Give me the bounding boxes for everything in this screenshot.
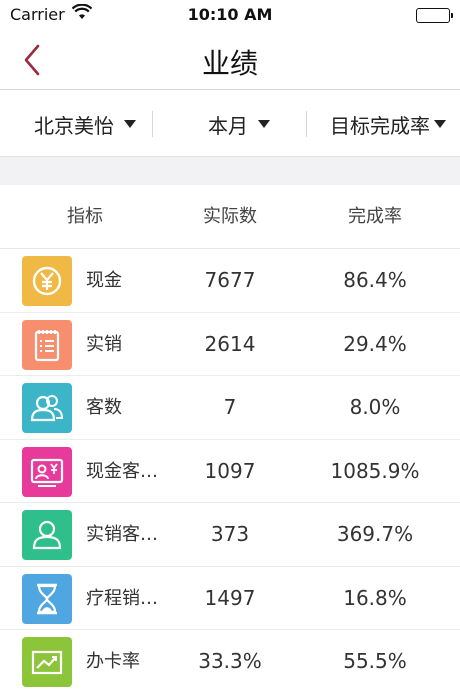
actual-value: 1497 — [204, 585, 256, 610]
completion-rate: 29.4% — [343, 331, 407, 356]
table-row[interactable]: 办卡率 33.3% 55.5% — [0, 630, 460, 690]
section-spacer — [0, 157, 460, 185]
navigation-bar: 业绩 — [0, 30, 460, 90]
actual-value: 373 — [210, 522, 250, 546]
completion-rate: 8.0% — [349, 395, 401, 419]
table-row[interactable]: 客数 7 8.0% — [0, 376, 460, 440]
header-indicator: 指标 — [67, 206, 103, 227]
yuan-coin-icon — [22, 256, 72, 306]
filter-divider — [306, 111, 307, 137]
filter-bar: 北京美怡 本月 目标完成率 — [0, 91, 460, 157]
store-filter-dropdown[interactable]: 北京美怡 — [34, 91, 136, 157]
trend-chart-icon — [22, 637, 72, 687]
actual-value: 7677 — [204, 268, 256, 292]
page-title: 业绩 — [201, 47, 258, 80]
header-rate: 完成率 — [348, 206, 402, 227]
table-header: 指标 实际数 完成率 — [0, 185, 460, 249]
completion-rate: 16.8% — [343, 585, 407, 610]
yuan-person-card-icon — [22, 446, 72, 497]
table-row[interactable]: 现金客… 1097 1085.9% — [0, 440, 460, 503]
person-icon — [22, 510, 72, 560]
actual-value: 1097 — [204, 458, 256, 483]
period-filter-dropdown[interactable]: 本月 — [208, 91, 270, 157]
actual-value: 33.3% — [198, 649, 262, 673]
indicator-name: 疗程销… — [86, 587, 158, 609]
completion-rate: 55.5% — [343, 649, 407, 673]
indicator-name: 实销 — [86, 333, 122, 355]
caret-down-icon — [124, 120, 136, 128]
completion-rate: 86.4% — [343, 268, 407, 292]
table-row[interactable]: 实销 2614 29.4% — [0, 313, 460, 376]
completion-rate: 369.7% — [336, 522, 414, 546]
table-row[interactable]: 现金 7677 86.4% — [0, 249, 460, 313]
users-icon — [22, 383, 72, 433]
battery-icon — [416, 8, 453, 23]
indicator-name: 实销客… — [86, 524, 158, 545]
header-actual: 实际数 — [203, 206, 257, 227]
completion-rate: 1085.9% — [330, 458, 420, 483]
filter-divider — [152, 111, 153, 137]
actual-value: 2614 — [204, 331, 256, 356]
store-filter-label: 北京美怡 — [34, 113, 114, 138]
notepad-list-icon — [22, 319, 72, 370]
metric-filter-dropdown[interactable]: 目标完成率 — [330, 91, 446, 157]
table-row[interactable]: 实销客… 373 369.7% — [0, 503, 460, 567]
hourglass-icon — [22, 573, 72, 624]
period-filter-label: 本月 — [208, 113, 248, 138]
indicator-name: 现金 — [86, 270, 122, 291]
caret-down-icon — [434, 120, 446, 128]
metric-filter-label: 目标完成率 — [330, 113, 430, 138]
status-bar: Carrier 10:10 AM — [0, 0, 460, 30]
performance-table: 指标 实际数 完成率 现金 7677 86.4% 实销 2614 29.4% 客… — [0, 185, 460, 690]
indicator-name: 办卡率 — [86, 651, 140, 672]
actual-value: 7 — [223, 395, 237, 419]
status-time: 10:10 AM — [187, 5, 273, 24]
indicator-name: 客数 — [86, 397, 122, 418]
caret-down-icon — [258, 120, 270, 128]
indicator-name: 现金客… — [86, 460, 158, 482]
table-row[interactable]: 疗程销… 1497 16.8% — [0, 567, 460, 630]
